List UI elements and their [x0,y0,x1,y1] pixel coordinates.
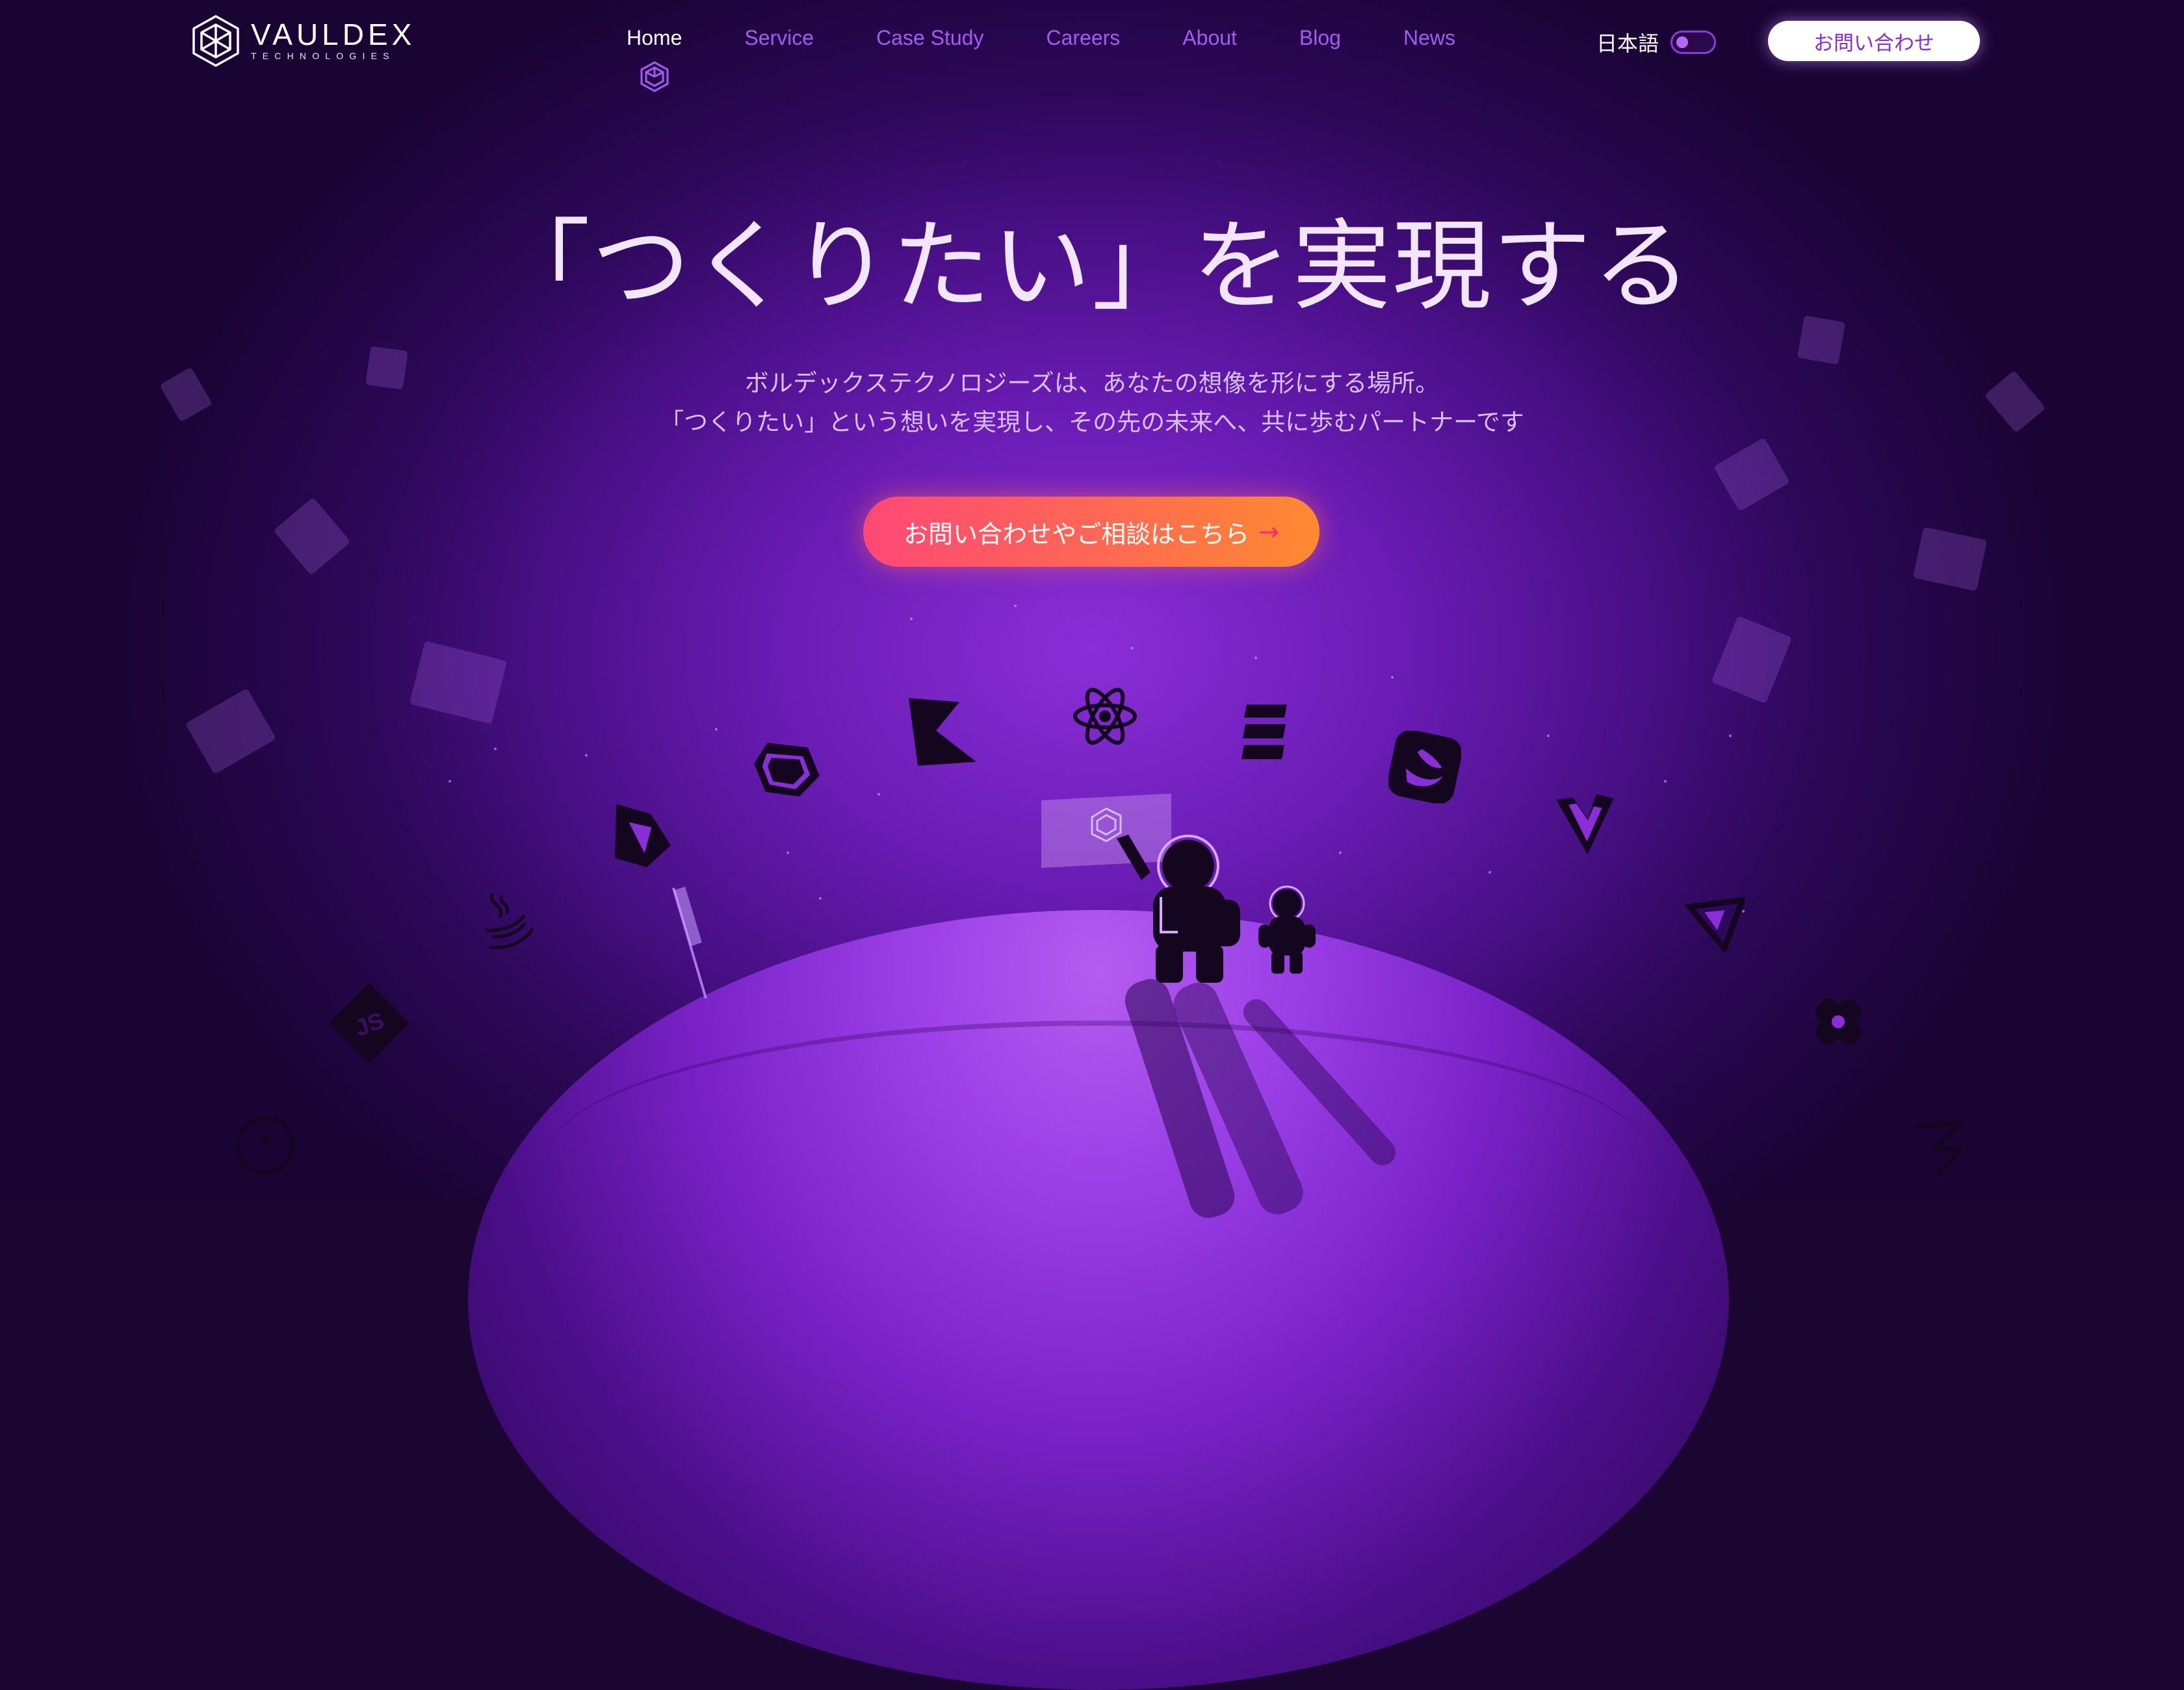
python-icon [1815,998,1862,1045]
nav-item-careers[interactable]: Careers [1046,26,1120,50]
logo-hexagon-icon [192,15,239,67]
ember-icon [1242,705,1287,759]
nav-item-label: About [1182,26,1237,49]
arrow-right-icon: → [1258,517,1279,546]
react-icon [1073,688,1137,745]
cta-contact-button[interactable]: お問い合わせやご相談はこちら → [863,497,1320,567]
svg-text:*: * [258,1125,272,1166]
brand-logo[interactable]: VAULDEX TECHNOLOGIES [191,14,415,68]
nav-item-blog[interactable]: Blog [1299,26,1341,50]
kotlin-icon [909,698,976,766]
dart-icon [753,742,820,797]
language-toggle[interactable] [1670,31,1717,54]
hero-subtitle-line-2: 「つくりたい」という想いを実現し、その先の未来へ、共に歩むパートナーです [660,408,1524,436]
brand-tagline: TECHNOLOGIES [251,51,395,61]
vue-icon [1557,794,1614,855]
header-contact-button[interactable]: お問い合わせ [1768,21,1980,61]
toggle-knob [1676,36,1689,48]
nav-item-news[interactable]: News [1403,26,1455,50]
java-icon [486,892,533,950]
astronaut-small-icon [1258,885,1316,974]
top-nav: VAULDEX TECHNOLOGIES Home Service Case S… [0,0,2184,92]
flutter-icon [1914,1121,1963,1177]
astronaut-large-icon [1117,835,1240,983]
nav-item-about[interactable]: About [1182,26,1237,50]
nav-item-case-study[interactable]: Case Study [876,26,983,50]
hero-title: 「つくりたい」を実現する [491,209,1693,324]
nav-item-service[interactable]: Service [744,26,814,50]
nav-item-label: Blog [1299,26,1341,49]
main-menu: Home Service Case Study Careers About Bl… [627,26,1518,92]
nav-item-label: Case Study [876,26,984,49]
javascript-icon: JS [328,982,410,1064]
django-icon: * [235,1115,295,1175]
cta-label: お問い合わせやご相談はこちら [904,519,1250,549]
hero-subtitle-line-1: ボルデックステクノロジーズは、あなたの想像を形にする場所。 [744,369,1440,397]
flag-icon [672,887,707,999]
hero-subtitle: ボルデックステクノロジーズは、あなたの想像を形にする場所。 「つくりたい」という… [0,364,2184,442]
brand-name: VAULDEX [251,18,416,51]
nav-item-label: Service [744,26,814,49]
nav-item-home[interactable]: Home [627,26,682,92]
language-label: 日本語 [1596,31,1659,56]
firebase-icon [615,803,671,868]
nav-item-label: Careers [1046,26,1121,49]
nav-item-label: Home [627,26,682,49]
nav-item-label: News [1403,26,1455,49]
language-switcher: 日本語 [1596,27,1717,57]
active-indicator-hexagon-icon [640,61,669,92]
swift-icon [1388,731,1461,803]
planet-surface-ring [546,1020,1651,1299]
vite-icon [1684,896,1745,952]
